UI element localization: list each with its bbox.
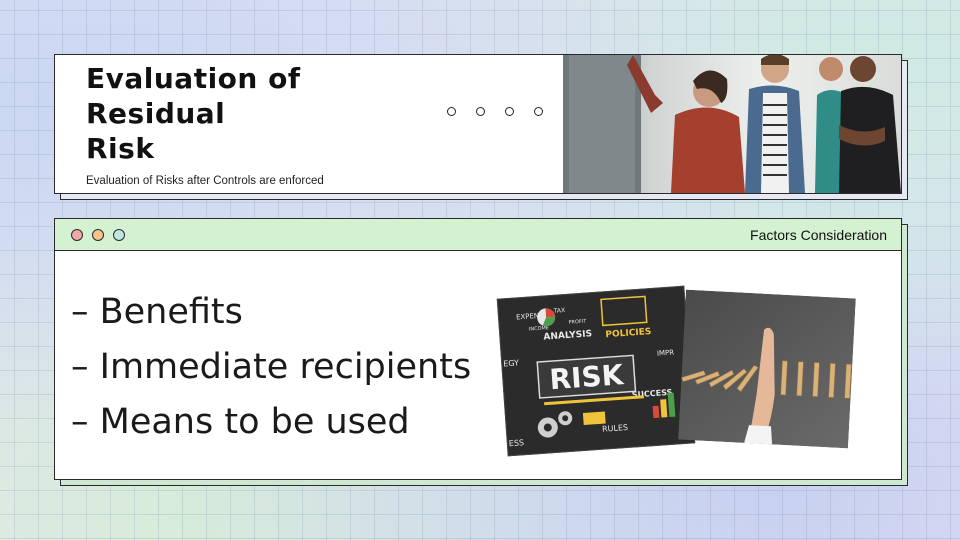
team-photo (563, 55, 901, 193)
decorative-dots (447, 107, 543, 116)
risk-label: EGY (503, 358, 519, 368)
circle-icon (476, 107, 485, 116)
list-item: – Immediate recipients (71, 347, 472, 387)
risk-chalkboard-image: EXPENSES TAX ANALYSIS POLICIES PROFIT IN… (496, 285, 696, 457)
risk-label: RULES (602, 423, 629, 434)
circle-icon (447, 107, 456, 116)
yellow-dot-icon (92, 229, 104, 241)
risk-label: ESS (509, 438, 525, 448)
circle-icon (505, 107, 514, 116)
slide-title: Evaluation of Residual Risk (86, 62, 301, 165)
risk-word: RISK (548, 358, 625, 396)
list-item: – Benefits (71, 292, 243, 332)
slide-subtitle: Evaluation of Risks after Controls are e… (86, 175, 324, 187)
red-dot-icon (71, 229, 83, 241)
factors-label: Factors Consideration (750, 227, 887, 243)
list-item: – Means to be used (71, 402, 410, 442)
risk-label: IMPR (657, 349, 675, 358)
circle-icon (534, 107, 543, 116)
domino-hand-image (678, 289, 856, 449)
content-card-header: Factors Consideration (55, 219, 901, 251)
teal-dot-icon (113, 229, 125, 241)
book-icon (582, 411, 606, 425)
risk-label: TAX (552, 307, 565, 315)
header-card: Evaluation of Residual Risk Evaluation o… (54, 54, 902, 194)
factor-list: – Benefits – Immediate recipients – Mean… (71, 285, 471, 450)
